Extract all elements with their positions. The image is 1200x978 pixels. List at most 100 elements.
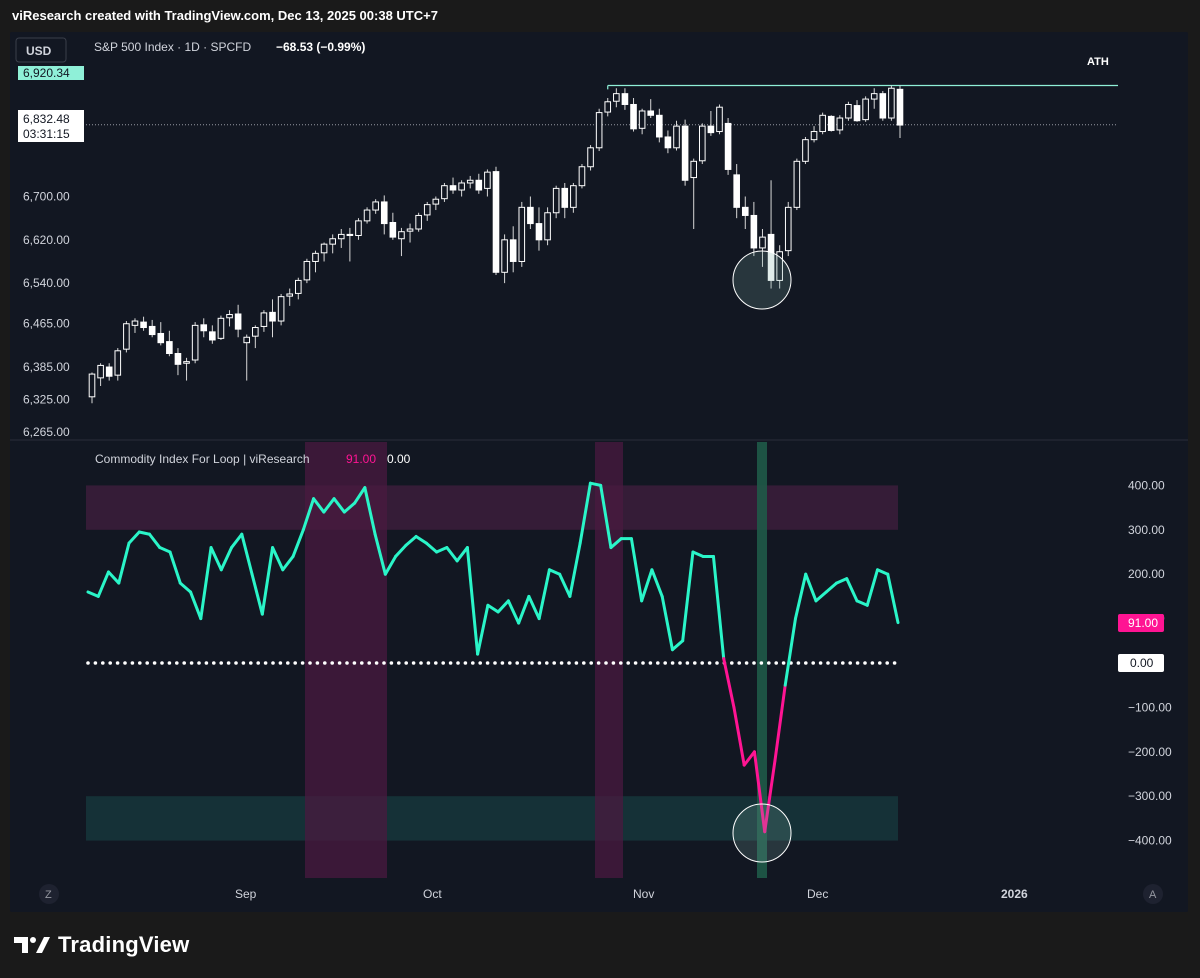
- zero-line-dot: [818, 661, 823, 665]
- candle-up: [604, 101, 612, 113]
- candle-up: [191, 324, 199, 361]
- zero-line-dot: [323, 661, 327, 665]
- svg-text:Z: Z: [45, 889, 52, 901]
- indicator-low-highlight-circle: [732, 803, 792, 863]
- zero-line-dot: [345, 661, 349, 665]
- candle-up: [294, 279, 302, 294]
- price-axis-label: 6,325.00: [23, 393, 70, 407]
- candle-up: [183, 361, 190, 364]
- zero-line-dot: [796, 661, 801, 665]
- zero-line-dot: [278, 661, 283, 665]
- indicator-axis-label: 300.00: [1128, 523, 1165, 537]
- zero-line-dot: [411, 661, 416, 665]
- candle-up: [277, 296, 285, 322]
- candle-down: [664, 136, 672, 149]
- zero-line-dot: [670, 661, 675, 665]
- currency-button[interactable]: USD: [15, 37, 67, 63]
- candle-up: [217, 317, 225, 339]
- candle-down: [209, 331, 216, 341]
- zero-line-dot: [108, 661, 112, 665]
- candle-up: [690, 160, 698, 179]
- candle-up: [123, 323, 130, 350]
- svg-text:A: A: [1149, 889, 1157, 901]
- indicator-axis-label: 200.00: [1128, 567, 1165, 581]
- zero-line-dot: [567, 661, 571, 665]
- candle-down: [707, 125, 715, 134]
- zero-line-dot: [101, 661, 105, 665]
- zero-line-dot: [471, 661, 475, 665]
- candle-up: [552, 187, 560, 214]
- zero-line-dot: [878, 661, 882, 665]
- zero-line-dot: [559, 661, 564, 665]
- candle-down: [656, 114, 663, 138]
- auto-scale-right-button[interactable]: A: [1143, 884, 1163, 904]
- price-axis-label: 6,700.00: [23, 190, 70, 204]
- price-axis-label: 6,265.00: [23, 425, 70, 439]
- candle-up: [802, 139, 809, 162]
- time-axis-label: 2026: [1001, 887, 1028, 901]
- zero-line-dot: [515, 661, 519, 665]
- zero-line-dot: [855, 661, 860, 665]
- indicator-legend[interactable]: Commodity Index For Loop | viResearch: [95, 452, 310, 466]
- ath-label: ATH: [1087, 56, 1109, 68]
- candle-down: [733, 174, 740, 208]
- overbought-zone: [86, 485, 898, 530]
- zero-line-dot: [678, 661, 682, 665]
- zero-line-dot: [204, 661, 209, 665]
- zero-line-dot: [130, 661, 135, 665]
- zero-line-dot: [752, 661, 756, 665]
- zero-line-dot: [633, 661, 638, 665]
- candle-down: [621, 93, 629, 105]
- candle-down: [853, 105, 861, 122]
- zero-line-dot: [189, 661, 194, 665]
- tradingview-brand[interactable]: TradingView: [14, 932, 189, 958]
- zero-line-dot: [826, 661, 830, 665]
- current-price-tag: 6,920.34: [18, 66, 84, 80]
- zero-line-dot: [337, 661, 342, 665]
- svg-text:0.00: 0.00: [1130, 656, 1154, 670]
- auto-scale-left-button[interactable]: Z: [39, 884, 59, 904]
- zero-line-dot: [330, 661, 335, 665]
- time-axis-label: Dec: [807, 887, 828, 901]
- candle-up: [320, 243, 328, 254]
- candle-down: [561, 187, 569, 208]
- chart-svg[interactable]: 6,265.00 6,325.00 6,385.00 6,465.00 6,540.00…: [10, 32, 1188, 912]
- zero-line-dot: [589, 661, 593, 665]
- indicator-zero-tag: 0.00: [1118, 654, 1164, 672]
- indicator-current-tag: 91.00: [1118, 614, 1164, 632]
- candle-up: [363, 209, 371, 222]
- symbol-legend[interactable]: S&P 500 Index · 1D · SPCFD: [94, 40, 252, 54]
- price-axis-label: 6,620.00: [23, 233, 70, 247]
- candle-up: [423, 204, 431, 216]
- candle-down: [896, 88, 904, 126]
- candle-down: [200, 324, 208, 332]
- candle-up: [845, 103, 852, 119]
- zero-line-dot: [426, 661, 431, 665]
- zero-line-dot: [182, 661, 186, 665]
- price-low-highlight-circle: [732, 250, 792, 310]
- highlight-bar-1: [305, 442, 387, 878]
- candle-up: [458, 182, 465, 191]
- candle-down: [269, 311, 276, 322]
- candle-down: [509, 239, 517, 262]
- tradingview-wordmark: TradingView: [58, 932, 190, 957]
- indicator-axis-label: −400.00: [1128, 834, 1172, 848]
- candle-down: [389, 221, 397, 238]
- zero-line-dot: [271, 661, 275, 665]
- zero-line-dot: [93, 661, 98, 665]
- zero-line-dot: [382, 661, 386, 665]
- zero-line-dot: [545, 661, 549, 665]
- zero-line-dot: [360, 661, 364, 665]
- candle-down: [174, 353, 182, 365]
- candle-up: [88, 373, 96, 398]
- candle-up: [784, 206, 792, 252]
- svg-text:6,832.48: 6,832.48: [23, 112, 70, 126]
- attribution-header: viResearch created with TradingView.com,…: [12, 8, 438, 23]
- candle-down: [475, 179, 483, 191]
- zero-line-dot: [286, 661, 290, 665]
- chart-frame[interactable]: 6,265.00 6,325.00 6,385.00 6,465.00 6,540.00…: [10, 32, 1188, 912]
- candle-up: [578, 166, 586, 187]
- candle-up: [716, 106, 723, 133]
- candle-up: [862, 98, 869, 121]
- candle-down: [724, 122, 732, 170]
